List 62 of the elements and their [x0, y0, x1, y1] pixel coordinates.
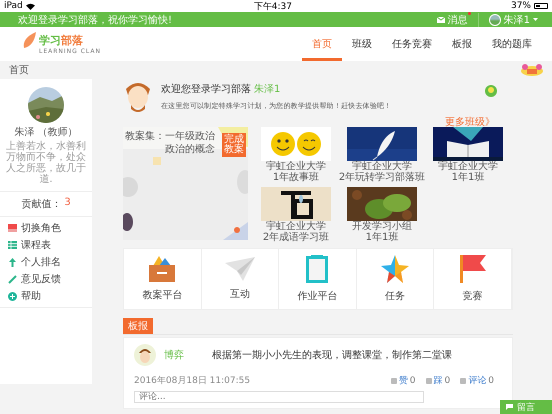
envelope-icon [436, 16, 445, 22]
welcome-title: 欢迎您登录学习部落 [161, 82, 251, 96]
class-school: 宇虹企业大学 [266, 161, 326, 172]
logo-title: 学习部落 [39, 33, 84, 48]
clock: 下午4:37 [254, 0, 292, 12]
sidebar-item[interactable]: 切换角色 [8, 221, 84, 235]
post-action[interactable]: 赞 0 [390, 374, 416, 387]
wifi-icon [26, 2, 35, 10]
class-name: 2年玩转学习部落班 [338, 172, 426, 183]
post-author: 博弈 [164, 348, 185, 362]
post-action[interactable]: 踩 0 [426, 374, 450, 387]
paper-plane-icon [224, 257, 255, 281]
class-school: 宇虹企业大学 [438, 161, 498, 172]
sidebar-item[interactable]: 帮助 [8, 289, 84, 303]
flag-icon [8, 224, 17, 232]
sidebar-item[interactable]: 意见反馈 [8, 272, 84, 286]
nav-tab[interactable]: 板报 [442, 27, 482, 61]
user-name: 朱泽 （教师） [14, 126, 78, 139]
flag-icon [460, 255, 486, 283]
contribution-value: 3 [64, 197, 71, 210]
breadcrumb: 首页 [9, 64, 29, 77]
class-school: 开发学习小组 [352, 221, 412, 232]
feature-tile[interactable]: 教案平台 [124, 249, 202, 309]
post-date: 2016年08月18日 11:07:55 [134, 374, 250, 387]
welcome-user: 朱泽1 [254, 82, 280, 96]
table-icon [8, 241, 17, 249]
class-name: 2年成语学习班 [262, 232, 330, 243]
post-text: 根据第一期小小先生的表现，调整课堂，制作第二堂课 [212, 348, 452, 362]
class-school: 宇虹企业大学 [266, 221, 326, 232]
up-arrow-icon [8, 258, 17, 266]
help-icon [8, 292, 17, 300]
comment-field[interactable]: 评论... [134, 391, 424, 403]
feature-tile[interactable]: 互动 [202, 249, 280, 309]
speech-bubble-icon [506, 404, 513, 410]
star-icon [381, 255, 410, 283]
cartoon-man-icon [123, 81, 153, 113]
class-name: 1年1班 [452, 172, 484, 183]
toolbox-icon [147, 256, 178, 282]
contribution-label: 贡献值： [21, 198, 62, 211]
greeting-text: 欢迎登录学习部落，祝你学习愉快! [18, 14, 172, 26]
user-motto: 上善若水，水善利万物而不争，处众人之所恶，故几于道. [5, 141, 87, 185]
nav-tab[interactable]: 班级 [342, 27, 382, 61]
nav-tab[interactable]: 任务竞赛 [382, 27, 442, 61]
sidebar-item[interactable]: 个人排名 [8, 255, 84, 269]
feature-tile[interactable]: 作业平台 [279, 249, 357, 309]
lesson-set: 教案集：一年级政治 [125, 130, 215, 143]
class-name: 1年故事班 [272, 172, 320, 183]
nav-tab[interactable]: 我的题库 [482, 27, 542, 61]
device-name: iPad [4, 1, 23, 11]
caret-icon [533, 18, 538, 21]
feature-tile[interactable]: 竞赛 [434, 249, 512, 309]
sidebar-item[interactable]: 课程表 [8, 238, 84, 252]
cartoon-avatar-icon [134, 344, 156, 366]
class-school: 宇虹企业大学 [352, 161, 412, 172]
pencil-icon [8, 274, 17, 284]
class-name: 1年1班 [366, 232, 398, 243]
battery-percent: 37% [510, 1, 531, 11]
lesson-topic: 政治的概念 [165, 142, 215, 156]
battery-icon [534, 3, 548, 9]
post-action[interactable]: 评论 0 [460, 374, 494, 387]
feature-tile[interactable]: 任务 [356, 249, 434, 309]
clipboard-icon [306, 255, 328, 283]
